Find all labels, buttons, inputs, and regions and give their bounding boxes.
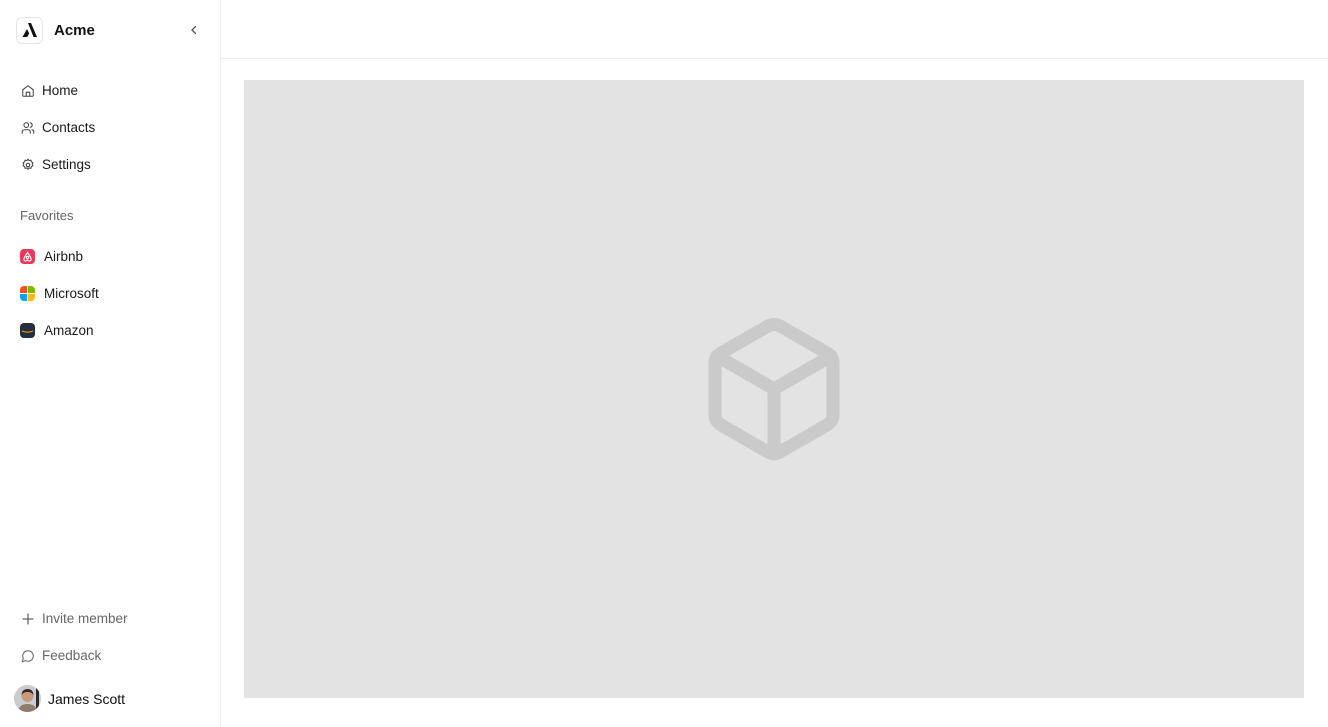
user-profile[interactable]: James Scott — [14, 685, 125, 712]
plus-icon — [20, 611, 35, 626]
favorite-microsoft[interactable]: Microsoft — [12, 275, 208, 312]
favorite-amazon[interactable]: Amazon — [12, 312, 208, 349]
feedback-button[interactable]: Feedback — [12, 637, 208, 674]
favorites-list: Airbnb Microsoft Amazon — [12, 238, 208, 349]
brand: Acme — [16, 16, 206, 44]
invite-member-button[interactable]: Invite member — [12, 600, 208, 637]
brand-name: Acme — [54, 21, 95, 39]
amazon-icon — [20, 323, 35, 338]
sidebar-footer-actions: Invite member Feedback — [12, 600, 208, 674]
sidebar: Acme Home Contacts Settings Favorites Ai… — [0, 0, 221, 727]
content-placeholder — [244, 80, 1304, 698]
main-nav: Home Contacts Settings — [12, 72, 208, 183]
favorites-heading: Favorites — [20, 208, 74, 223]
nav-item-settings[interactable]: Settings — [12, 146, 208, 183]
top-bar — [221, 0, 1328, 59]
favorite-airbnb[interactable]: Airbnb — [12, 238, 208, 275]
nav-item-home[interactable]: Home — [12, 72, 208, 109]
app-shell: Acme Home Contacts Settings Favorites Ai… — [0, 0, 1328, 727]
acme-logo-icon — [16, 16, 43, 44]
favorite-label: Airbnb — [44, 249, 84, 264]
nav-label: Home — [42, 83, 79, 98]
avatar — [14, 685, 41, 712]
microsoft-icon — [20, 286, 35, 301]
favorite-label: Microsoft — [44, 286, 99, 301]
user-name: James Scott — [48, 690, 126, 707]
nav-item-contacts[interactable]: Contacts — [12, 109, 208, 146]
nav-label: Settings — [42, 157, 91, 172]
home-icon — [20, 83, 35, 98]
gear-icon — [20, 157, 35, 172]
invite-member-label: Invite member — [42, 611, 128, 626]
favorite-label: Amazon — [44, 323, 94, 338]
nav-label: Contacts — [42, 120, 96, 135]
message-circle-icon — [20, 648, 35, 663]
box-icon — [708, 318, 840, 461]
airbnb-icon — [20, 249, 35, 264]
main-content — [221, 0, 1328, 727]
users-icon — [20, 120, 35, 135]
collapse-sidebar-button[interactable] — [186, 22, 202, 38]
feedback-label: Feedback — [42, 648, 102, 663]
chevron-left-icon — [191, 25, 197, 35]
